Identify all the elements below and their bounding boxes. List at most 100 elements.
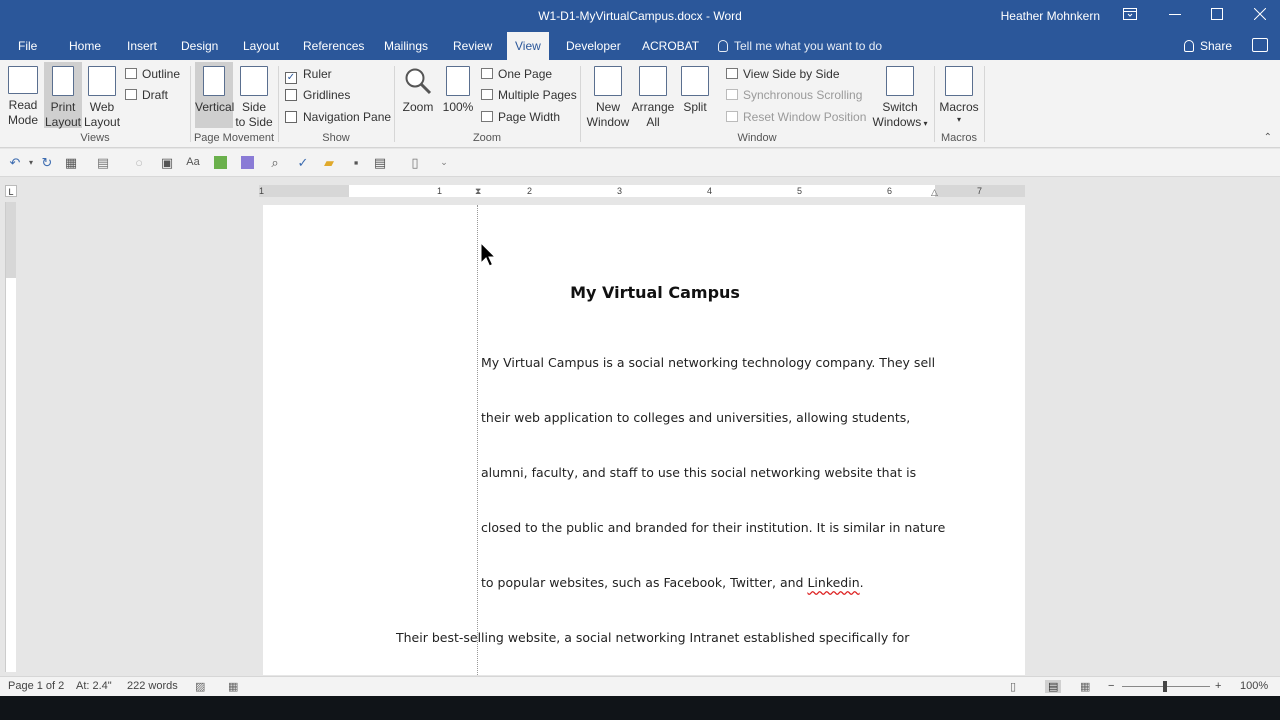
circle-icon[interactable]: ○ [132, 156, 146, 169]
right-indent-marker-icon[interactable]: △ [931, 187, 938, 197]
new-document-icon[interactable]: ▤ [96, 156, 110, 169]
group-label-zoom: Zoom [472, 132, 502, 144]
macros-button[interactable]: Macros ▾ [938, 62, 980, 128]
one-page-button[interactable]: One Page [481, 66, 552, 82]
print-layout-view-icon[interactable]: ▤ [1045, 680, 1062, 693]
undo-icon[interactable]: ↶ [8, 156, 22, 169]
maximize-icon[interactable] [1197, 0, 1237, 32]
minimize-icon[interactable] [1155, 0, 1195, 32]
web-layout-button[interactable]: Web Layout [84, 62, 120, 129]
user-name[interactable]: Heather Mohnkern [1001, 9, 1100, 23]
print-preview-icon[interactable]: ⌕ [268, 156, 282, 169]
multiple-pages-button[interactable]: Multiple Pages [481, 87, 577, 103]
open-folder-icon[interactable]: ▰ [322, 156, 336, 169]
paragraph-line[interactable]: alumni, faculty, and staff to use this s… [481, 465, 916, 480]
new-window-button[interactable]: New Window [586, 62, 630, 129]
proofing-icon[interactable]: ▨ [195, 680, 205, 693]
purple-square-icon[interactable] [241, 156, 254, 169]
paragraph-line[interactable]: closed to the public and branded for the… [481, 520, 945, 535]
indent-marker-icon[interactable]: ⧗ [475, 185, 481, 197]
zoom-100-button[interactable]: 100% [441, 62, 475, 128]
tab-developer[interactable]: Developer [558, 32, 629, 60]
zoom-level[interactable]: 100% [1240, 680, 1268, 692]
page-count[interactable]: Page 1 of 2 [8, 680, 64, 692]
font-icon[interactable]: Aa [186, 156, 200, 169]
tab-acrobat[interactable]: ACROBAT [634, 32, 707, 60]
zoom-slider-thumb[interactable] [1163, 681, 1167, 692]
close-icon[interactable] [1240, 0, 1280, 32]
save-icon[interactable]: ▪ [349, 156, 363, 169]
tab-layout[interactable]: Layout [235, 32, 287, 60]
page-width-label: Page Width [498, 110, 561, 124]
redo-icon[interactable]: ↻ [40, 156, 54, 169]
outline-button[interactable]: Outline [125, 66, 180, 82]
spelling-check-icon[interactable]: ✓ [296, 156, 310, 169]
tab-mailings[interactable]: Mailings [376, 32, 436, 60]
zoom-label: Zoom [402, 100, 434, 114]
draft-icon [125, 89, 137, 100]
share-button[interactable]: Share [1183, 32, 1232, 60]
green-square-icon[interactable] [214, 156, 227, 169]
zoom-button[interactable]: Zoom [399, 62, 437, 128]
collapse-ribbon-icon[interactable]: ⌃ [1264, 132, 1272, 143]
group-separator [934, 66, 935, 142]
split-button[interactable]: Split [678, 62, 712, 128]
ribbon-tabs: File Home Insert Design Layout Reference… [0, 32, 1280, 60]
web-layout-view-icon[interactable]: ▦ [1080, 680, 1090, 693]
misspelled-word[interactable]: Linkedin [807, 575, 859, 590]
read-mode-view-icon[interactable]: ▯ [1010, 680, 1016, 693]
tab-review[interactable]: Review [445, 32, 500, 60]
zoom-slider[interactable] [1122, 681, 1210, 692]
arrange-all-button[interactable]: Arrange All [630, 62, 676, 129]
paragraph-line[interactable]: Their best-selling website, a social net… [396, 630, 909, 645]
macro-record-icon[interactable]: ▦ [228, 680, 238, 693]
document-title[interactable]: My Virtual Campus [263, 283, 1025, 302]
arrange-all-label-1: Arrange [631, 100, 675, 114]
dropdown-arrow-icon[interactable]: ▾ [24, 156, 38, 169]
navigation-pane-label: Navigation Pane [303, 110, 392, 124]
draft-button[interactable]: Draft [125, 87, 168, 103]
picture-icon[interactable]: ▣ [160, 156, 174, 169]
word-count[interactable]: 222 words [127, 680, 178, 692]
view-side-by-side-button[interactable]: View Side by Side [726, 66, 840, 82]
zoom-in-icon[interactable]: + [1215, 680, 1221, 692]
vertical-button[interactable]: Vertical [195, 62, 234, 128]
vertical-position[interactable]: At: 2.4" [76, 680, 112, 692]
ruler-checkbox[interactable]: ✓ Ruler [285, 66, 332, 84]
paragraph-line[interactable]: My Virtual Campus is a social networking… [481, 355, 935, 370]
page-width-icon [481, 111, 493, 122]
tab-selector[interactable]: L [5, 185, 17, 197]
customize-toolbar-icon[interactable]: ⌄ [437, 156, 451, 169]
blank-page-icon[interactable]: ▯ [408, 156, 422, 169]
comment-icon[interactable] [1252, 38, 1268, 52]
reset-window-position-button[interactable]: Reset Window Position [726, 109, 866, 125]
table-icon[interactable]: ▦ [64, 156, 78, 169]
gridlines-checkbox[interactable]: Gridlines [285, 87, 350, 103]
tab-view[interactable]: View [507, 32, 549, 60]
tell-me-box[interactable]: Tell me what you want to do [718, 32, 882, 60]
group-label-views: Views [80, 132, 110, 144]
vertical-ruler[interactable] [5, 202, 16, 672]
tab-home[interactable]: Home [61, 32, 109, 60]
side-to-side-icon [240, 66, 268, 96]
tab-file[interactable]: File [10, 32, 45, 60]
zoom-out-icon[interactable]: − [1108, 680, 1114, 692]
print-layout-button[interactable]: Print Layout [44, 62, 82, 129]
tab-insert[interactable]: Insert [119, 32, 165, 60]
paragraph-line[interactable]: to popular websites, such as Facebook, T… [481, 575, 864, 590]
switch-windows-button[interactable]: Switch Windows ▾ [870, 62, 930, 129]
side-to-side-button[interactable]: Side to Side [235, 62, 273, 129]
read-mode-button[interactable]: Read Mode [4, 62, 42, 128]
synchronous-scrolling-button[interactable]: Synchronous Scrolling [726, 87, 862, 103]
tab-references[interactable]: References [295, 32, 372, 60]
document-page[interactable]: My Virtual Campus My Virtual Campus is a… [263, 205, 1025, 675]
navigation-pane-checkbox[interactable]: Navigation Pane [285, 109, 391, 125]
paragraph-line[interactable]: their web application to colleges and un… [481, 410, 910, 425]
layout-icon[interactable]: ▤ [373, 156, 387, 169]
web-layout-label-1: Web [89, 100, 115, 114]
page-width-button[interactable]: Page Width [481, 109, 560, 125]
tab-design[interactable]: Design [173, 32, 226, 60]
ribbon-display-options-icon[interactable] [1110, 0, 1150, 32]
group-label-window: Window [737, 132, 777, 144]
horizontal-ruler[interactable]: 1 1 2 3 4 5 6 7 ⧗ △ [259, 185, 1025, 197]
